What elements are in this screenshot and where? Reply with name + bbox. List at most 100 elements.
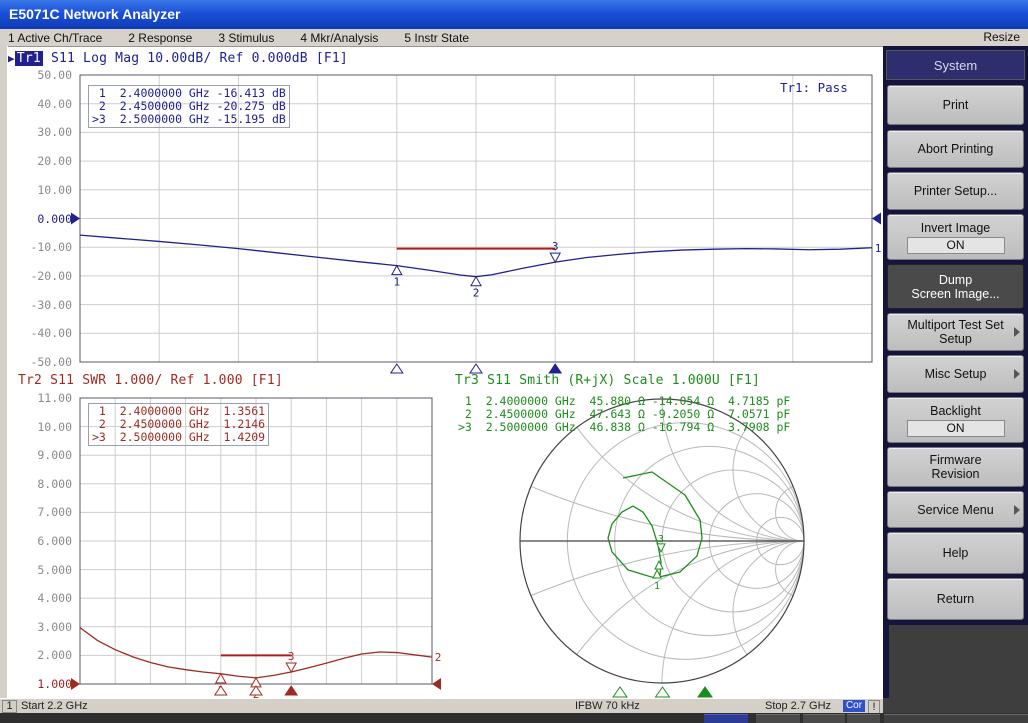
softkey-label: Help (943, 546, 969, 560)
svg-text:3: 3 (658, 534, 664, 545)
y-tick-label: 3.000 (10, 620, 72, 634)
svg-text:1: 1 (875, 242, 882, 255)
status-bar-right-filler (883, 698, 1028, 713)
softkey-label: Firmware (929, 453, 981, 467)
softkey-invert-image-button[interactable]: Invert Image ON (887, 214, 1024, 260)
start-frequency-label: Start 2.2 GHz (21, 700, 88, 712)
y-tick-label: 10.00 (10, 420, 72, 434)
softkey-help-button[interactable]: Help (887, 532, 1024, 574)
y-tick-label: 11.00 (10, 391, 72, 405)
resize-menu-item[interactable]: Resize (983, 30, 1020, 44)
softkey-label-line2: Screen Image... (911, 287, 999, 301)
softkey-label: Misc Setup (925, 367, 987, 381)
softkey-toggle-state[interactable]: ON (907, 237, 1005, 254)
tr1-badge: Tr1 (15, 51, 43, 66)
tr1-marker-table: 1 2.4000000 GHz -16.413 dB 2 2.4500000 G… (88, 85, 290, 128)
softkey-label-line2: Revision (932, 467, 980, 481)
softkey-firmware-revision-button[interactable]: FirmwareRevision (887, 447, 1024, 487)
menu-item-5[interactable]: 5 Instr State (404, 31, 469, 45)
taskbar-item[interactable] (756, 714, 800, 723)
y-tick-label: -30.00 (10, 298, 72, 312)
menu-bar: 1 Active Ch/Trace 2 Response 3 Stimulus 4 M… (0, 29, 1028, 47)
plot-area-svg: 1231123213 (0, 46, 883, 698)
softkey-label: Invert Image (921, 221, 990, 235)
softkey-label-line2: Setup (939, 332, 972, 346)
y-tick-label: 0.000 (10, 212, 72, 226)
softkey-label: Abort Printing (918, 142, 994, 156)
svg-text:3: 3 (552, 240, 559, 253)
menu-item-2[interactable]: 2 Response (128, 31, 192, 45)
y-tick-label: -20.00 (10, 269, 72, 283)
submenu-arrow-icon (1014, 505, 1020, 515)
y-tick-label: 6.000 (10, 534, 72, 548)
active-trace-arrow-icon: ▶ (8, 52, 15, 65)
softkey-abort-printing-button[interactable]: Abort Printing (887, 130, 1024, 168)
menu-items: 1 Active Ch/Trace 2 Response 3 Stimulus 4 M… (0, 31, 469, 45)
status-bar: 1 Start 2.2 GHz IFBW 70 kHz Stop 2.7 GHz… (0, 698, 883, 714)
softkey-multiport-test-set-setup-button[interactable]: Multiport Test SetSetup (887, 313, 1024, 351)
ifbw-label: IFBW 70 kHz (575, 700, 640, 712)
tr2-marker-table: 1 2.4000000 GHz 1.3561 2 2.4500000 GHz 1… (88, 403, 269, 446)
taskbar-item[interactable] (803, 714, 845, 723)
softkey-printer-setup-button[interactable]: Printer Setup... (887, 172, 1024, 210)
softkey-print-button[interactable]: Print (887, 85, 1024, 125)
softkey-misc-setup-button[interactable]: Misc Setup (887, 355, 1024, 393)
y-tick-label: 10.00 (10, 183, 72, 197)
y-tick-label: 1.000 (10, 677, 72, 691)
taskbar-item[interactable] (847, 714, 880, 723)
taskbar-strip (0, 713, 1028, 723)
menu-item-3[interactable]: 3 Stimulus (218, 31, 274, 45)
softkey-toggle-state[interactable]: ON (907, 420, 1005, 437)
tr3-smith-chart: 13 (94, 46, 883, 698)
y-tick-label: 7.000 (10, 505, 72, 519)
tr3-marker-readout: 1 2.4000000 GHz 45.880 Ω -14.054 Ω 4.718… (458, 395, 790, 434)
tr1-header-text: S11 Log Mag 10.00dB/ Ref 0.000dB [F1] (43, 51, 348, 66)
submenu-arrow-icon (1014, 369, 1020, 379)
y-tick-label: 9.000 (10, 448, 72, 462)
softkey-label: Service Menu (917, 503, 993, 517)
softkey-return-button[interactable]: Return (887, 578, 1024, 620)
y-tick-label: 40.00 (10, 97, 72, 111)
softkey-service-menu-button[interactable]: Service Menu (887, 491, 1024, 528)
taskbar-clock-area (884, 714, 1028, 723)
y-tick-label: -50.00 (10, 355, 72, 369)
menu-item-1[interactable]: 1 Active Ch/Trace (8, 31, 102, 45)
softkey-sidebar: System Print Abort Printing Printer Setup.… (883, 46, 1028, 713)
softkey-label: Return (937, 592, 975, 606)
y-tick-label: 20.00 (10, 154, 72, 168)
y-tick-label: 8.000 (10, 477, 72, 491)
y-tick-label: 30.00 (10, 125, 72, 139)
submenu-arrow-icon (1014, 327, 1020, 337)
softkey-label: Multiport Test Set (907, 318, 1003, 332)
marker-row: >3 2.5000000 GHz -15.195 dB (92, 113, 286, 126)
tr3-header[interactable]: Tr3 S11 Smith (R+jX) Scale 1.000U [F1] (455, 373, 760, 388)
svg-text:1: 1 (654, 581, 660, 592)
softkey-label: Backlight (930, 404, 981, 418)
softkey-backlight-button[interactable]: Backlight ON (887, 397, 1024, 443)
tr2-header[interactable]: Tr2 S11 SWR 1.000/ Ref 1.000 [F1] (18, 373, 283, 388)
instrument-screen: E5071C Network Analyzer 1 Active Ch/Trac… (0, 0, 1028, 723)
softkey-label: Print (943, 98, 969, 112)
y-tick-label: -10.00 (10, 240, 72, 254)
window-title: E5071C Network Analyzer (9, 6, 180, 22)
alert-indicator: ! (868, 700, 880, 714)
tr1-header[interactable]: ▶Tr1 S11 Log Mag 10.00dB/ Ref 0.000dB [F… (8, 51, 348, 66)
svg-text:3: 3 (288, 650, 295, 663)
y-tick-label: 2.000 (10, 648, 72, 662)
softkey-label: Printer Setup... (914, 184, 997, 198)
svg-text:2: 2 (435, 651, 442, 664)
tr1-pass-status: Tr1: Pass (780, 80, 848, 95)
y-tick-label: 50.00 (10, 68, 72, 82)
softkey-label: Dump (939, 273, 972, 287)
marker-row: >3 2.5000000 GHz 46.838 Ω -16.794 Ω 3.79… (458, 421, 790, 434)
softkey-menu-title: System (886, 50, 1025, 80)
channel-indicator: 1 (2, 700, 17, 713)
marker-row: >3 2.5000000 GHz 1.4209 (92, 431, 265, 444)
softkey-dump-screen-image-button[interactable]: DumpScreen Image... (887, 264, 1024, 309)
y-tick-label: 4.000 (10, 591, 72, 605)
window-titlebar[interactable]: E5071C Network Analyzer (0, 0, 1028, 29)
menu-item-4[interactable]: 4 Mkr/Analysis (300, 31, 378, 45)
correction-badge: Cor (843, 700, 865, 712)
taskbar-active-item[interactable] (704, 714, 748, 723)
svg-text:2: 2 (473, 287, 480, 300)
